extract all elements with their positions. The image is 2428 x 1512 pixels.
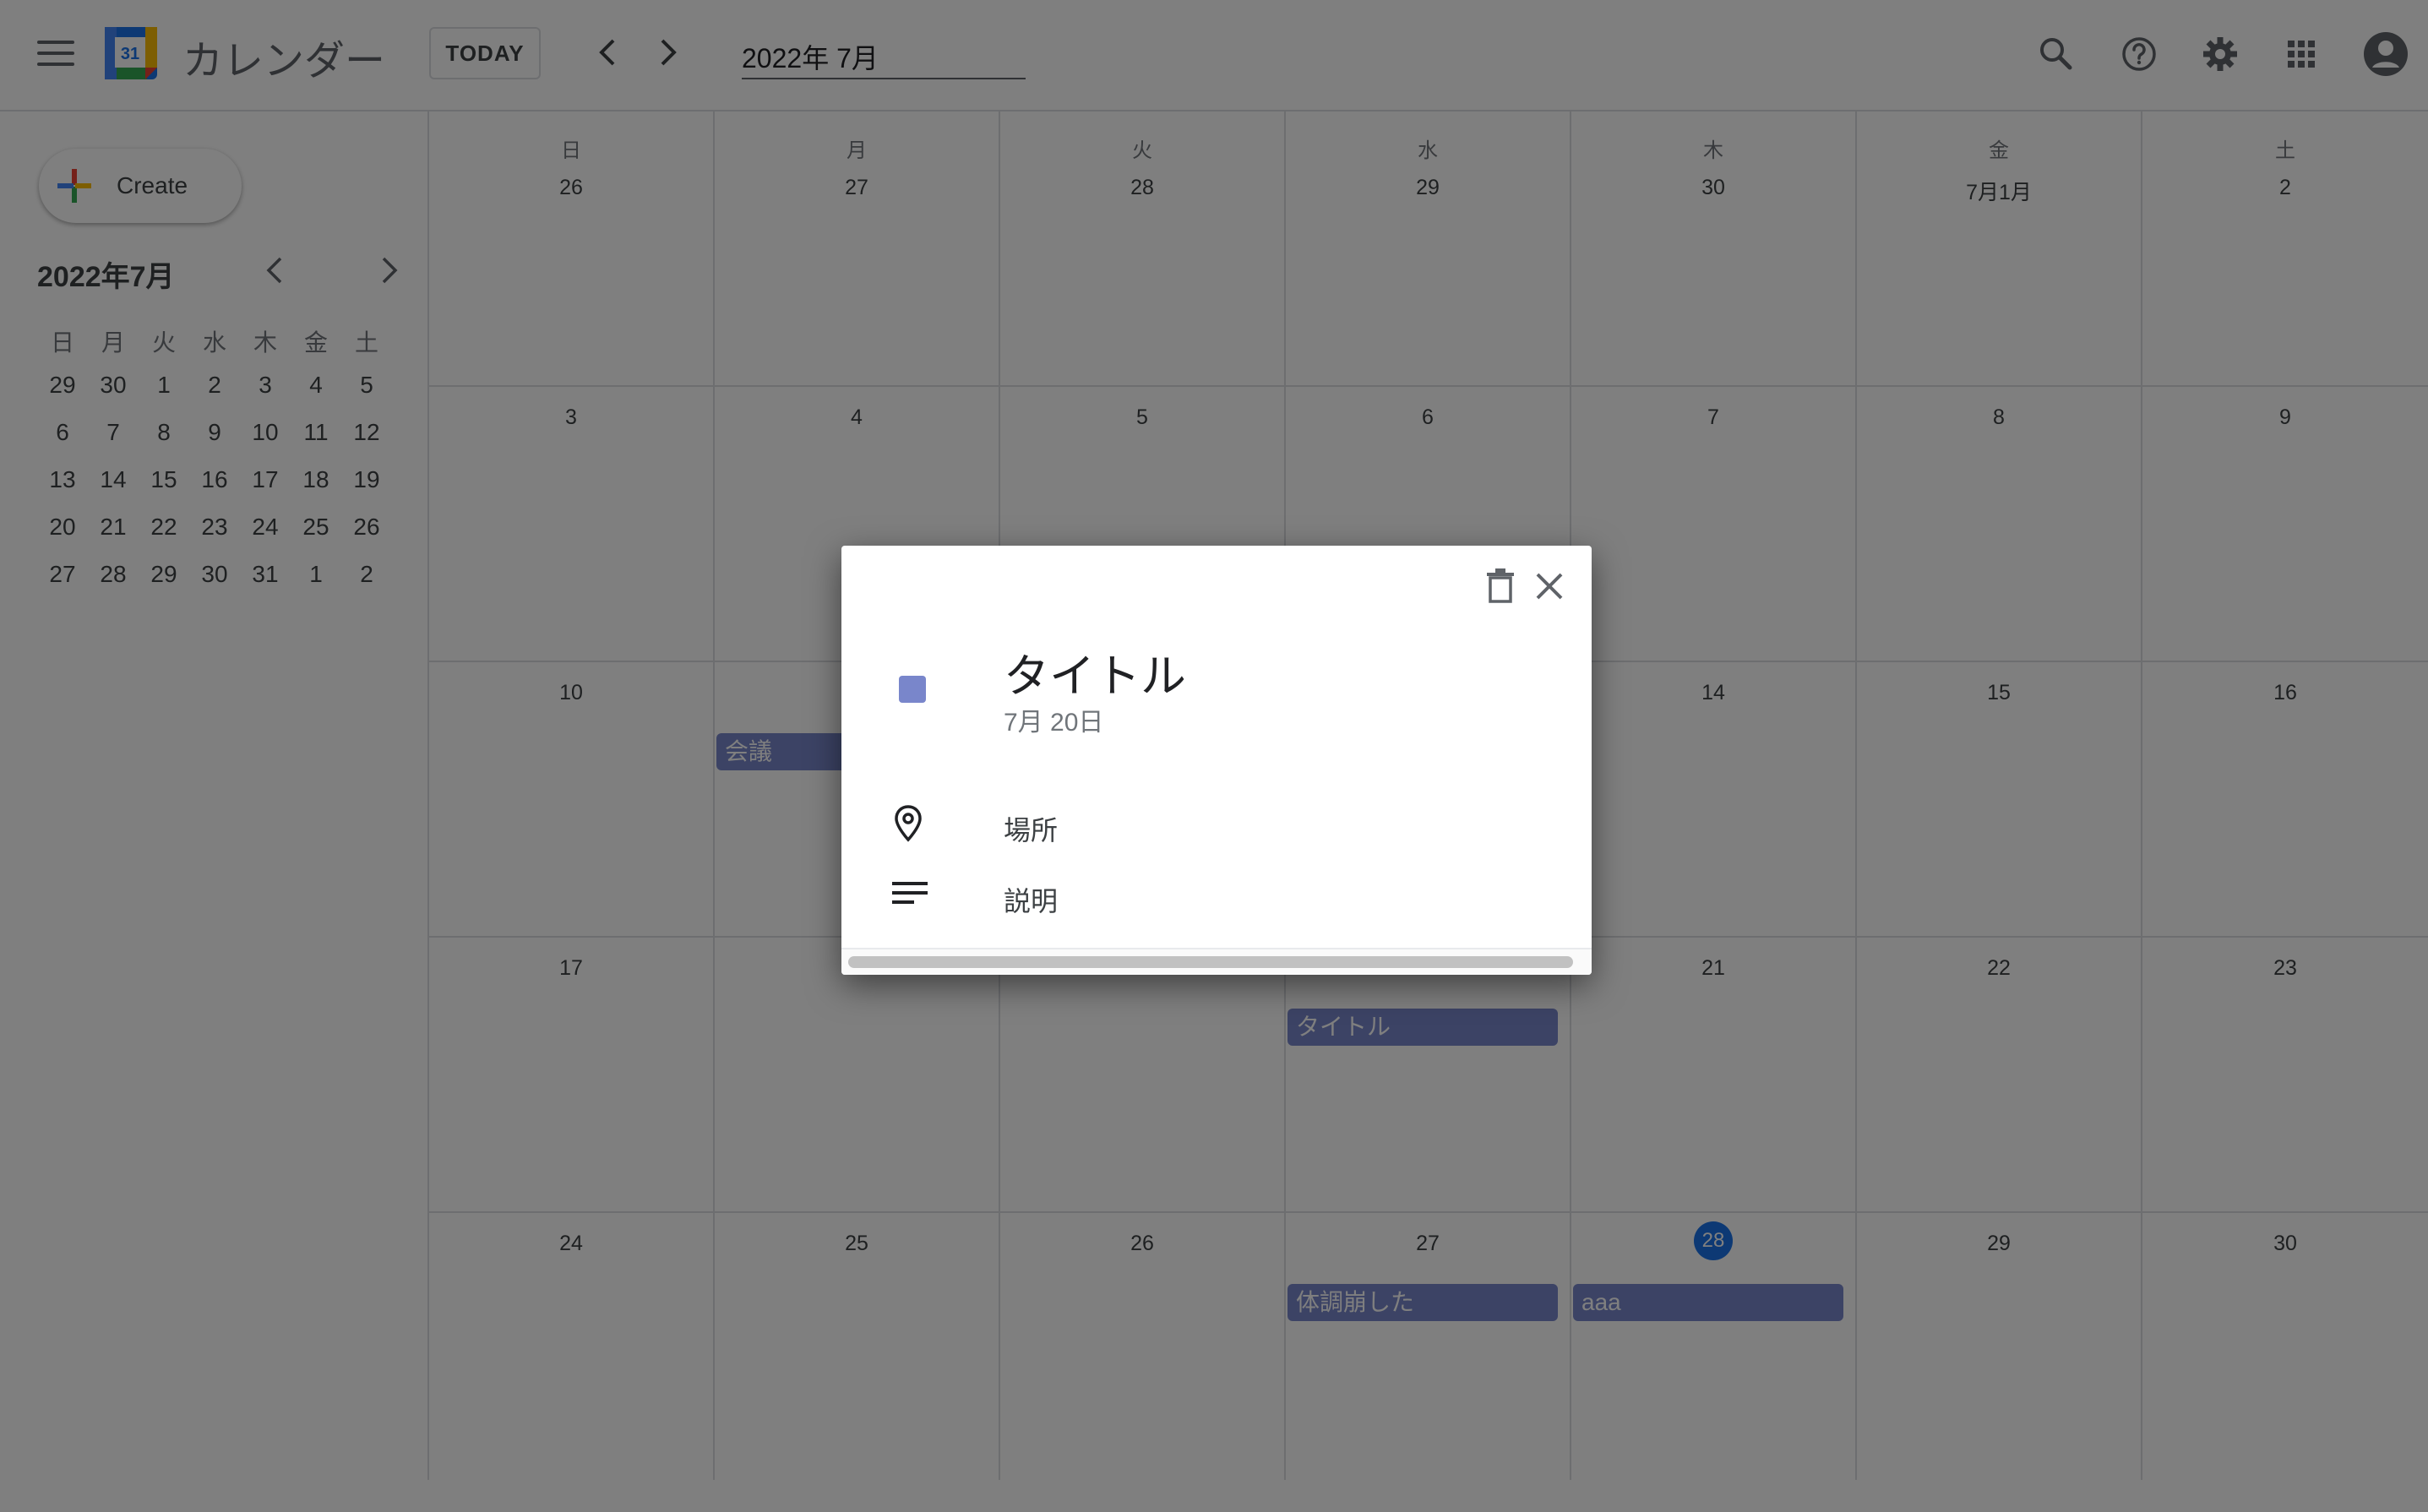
location-pin-icon <box>895 805 922 842</box>
event-description[interactable]: 説明 <box>1004 880 1058 919</box>
event-date: 7月 20日 <box>1004 709 1104 737</box>
event-color-swatch <box>899 676 926 703</box>
description-lines-icon <box>892 882 928 904</box>
event-location[interactable]: 場所 <box>1004 809 1058 848</box>
event-detail-dialog: タイトル 7月 20日 場所 説明 <box>841 546 1592 975</box>
trash-delete-icon[interactable] <box>1485 568 1516 605</box>
close-icon[interactable] <box>1532 569 1566 603</box>
dialog-scrollbar[interactable] <box>841 948 1592 975</box>
dialog-scrollbar-thumb[interactable] <box>848 956 1573 968</box>
event-title: タイトル <box>1004 651 1186 702</box>
